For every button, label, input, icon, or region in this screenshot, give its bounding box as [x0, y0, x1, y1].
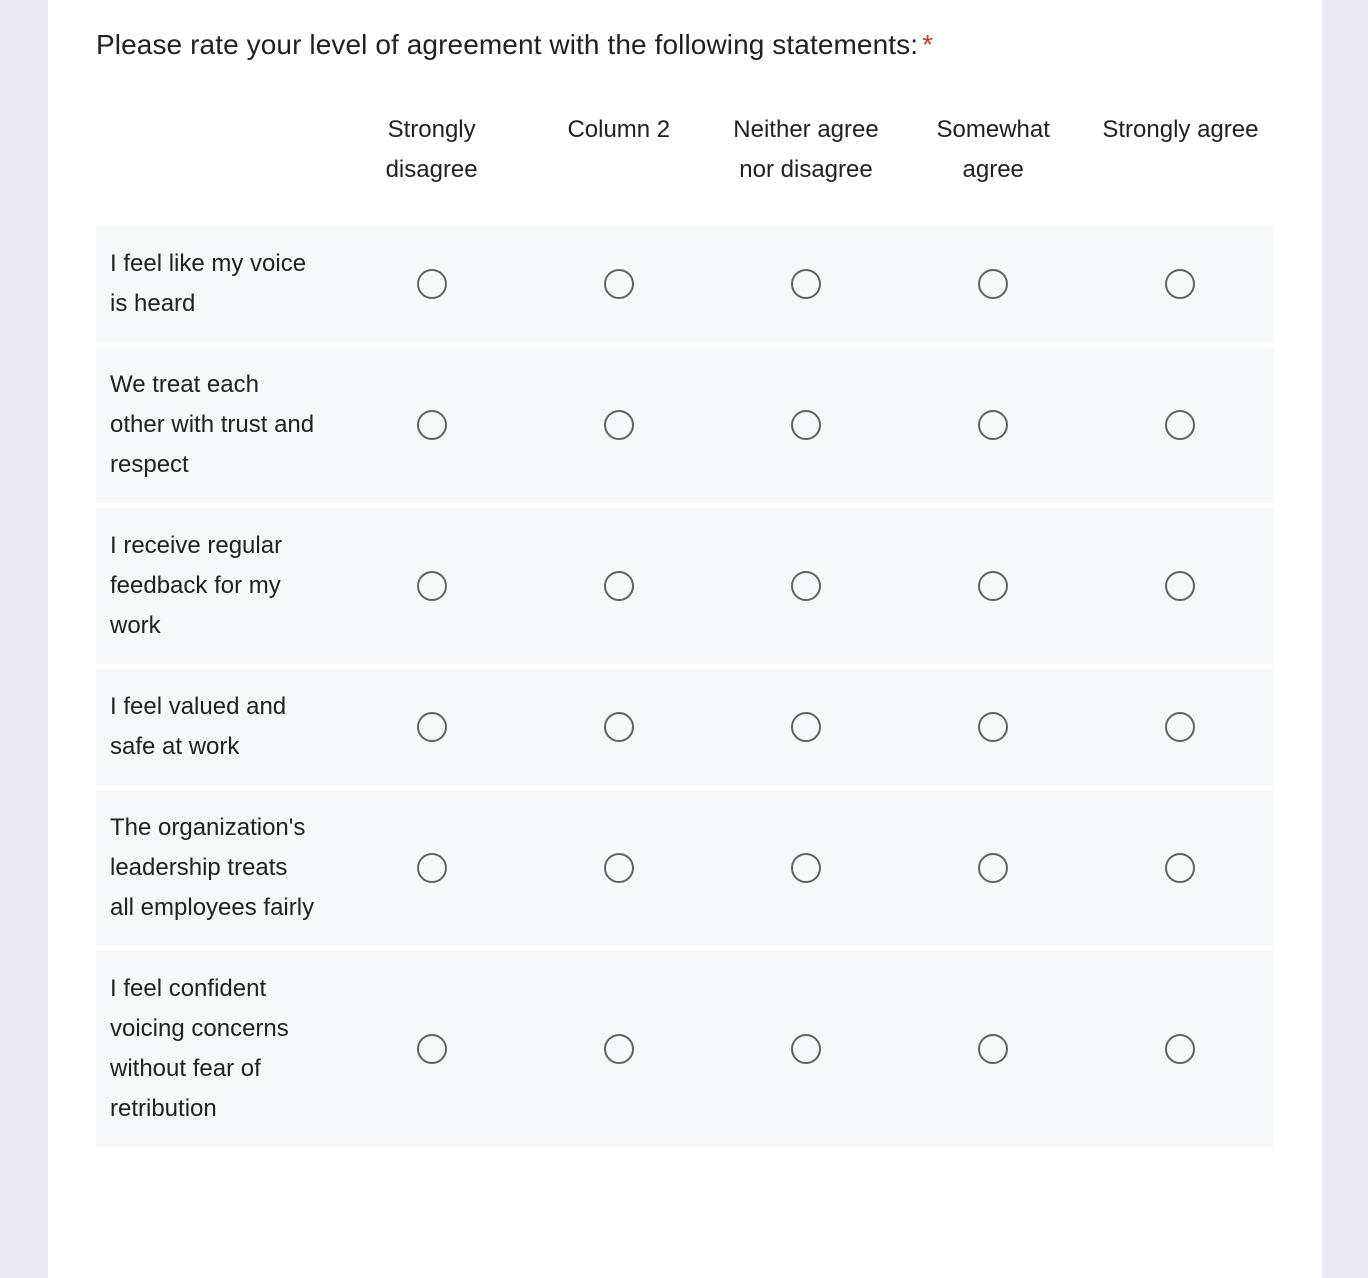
radio-cell[interactable] [338, 669, 525, 785]
question-title-text: Please rate your level of agreement with… [96, 29, 918, 60]
column-header-strongly-disagree: Strongly disagree [338, 98, 525, 190]
radio-cell[interactable] [525, 790, 712, 946]
radio-cell[interactable] [712, 669, 899, 785]
grid-header-row: Strongly disagree Column 2 Neither agree… [96, 98, 1274, 226]
table-row: I feel valued and safe at work [96, 669, 1274, 785]
radio-button-r3-c4[interactable] [1165, 712, 1195, 742]
column-header-column-2: Column 2 [525, 98, 712, 150]
radio-button-r3-c1[interactable] [604, 712, 634, 742]
row-label-regular-feedback: I receive regular feedback for my work [96, 508, 338, 664]
radio-cell[interactable] [338, 347, 525, 503]
radio-cell[interactable] [525, 951, 712, 1147]
radio-cell[interactable] [712, 347, 899, 503]
table-row: We treat each other with trust and respe… [96, 347, 1274, 503]
row-label-trust-and-respect: We treat each other with trust and respe… [96, 347, 338, 503]
radio-button-r1-c2[interactable] [791, 410, 821, 440]
page-title: Please rate your level of agreement with… [96, 26, 933, 64]
radio-button-r5-c0[interactable] [417, 1034, 447, 1064]
radio-cell[interactable] [1087, 951, 1274, 1147]
form-card: Please rate your level of agreement with… [48, 0, 1322, 1278]
radio-button-r0-c0[interactable] [417, 269, 447, 299]
radio-button-r1-c3[interactable] [978, 410, 1008, 440]
row-label-leadership-fairness: The organization's leadership treats all… [96, 790, 338, 946]
radio-cell[interactable] [900, 508, 1087, 664]
radio-button-r0-c2[interactable] [791, 269, 821, 299]
rating-grid: Strongly disagree Column 2 Neither agree… [96, 98, 1274, 1147]
radio-cell[interactable] [525, 347, 712, 503]
radio-button-r0-c1[interactable] [604, 269, 634, 299]
radio-cell[interactable] [900, 951, 1087, 1147]
radio-button-r4-c0[interactable] [417, 853, 447, 883]
radio-button-r5-c2[interactable] [791, 1034, 821, 1064]
radio-cell[interactable] [900, 226, 1087, 342]
radio-cell[interactable] [525, 226, 712, 342]
radio-cell[interactable] [1087, 790, 1274, 946]
radio-cell[interactable] [900, 669, 1087, 785]
radio-button-r2-c0[interactable] [417, 571, 447, 601]
radio-button-r1-c1[interactable] [604, 410, 634, 440]
radio-button-r5-c3[interactable] [978, 1034, 1008, 1064]
radio-cell[interactable] [338, 226, 525, 342]
radio-cell[interactable] [525, 669, 712, 785]
radio-button-r2-c3[interactable] [978, 571, 1008, 601]
table-row: I feel confident voicing concerns withou… [96, 951, 1274, 1147]
radio-button-r1-c4[interactable] [1165, 410, 1195, 440]
radio-cell[interactable] [338, 951, 525, 1147]
radio-cell[interactable] [712, 790, 899, 946]
radio-button-r2-c2[interactable] [791, 571, 821, 601]
radio-cell[interactable] [1087, 669, 1274, 785]
radio-button-r4-c2[interactable] [791, 853, 821, 883]
radio-cell[interactable] [712, 226, 899, 342]
radio-button-r2-c1[interactable] [604, 571, 634, 601]
radio-button-r3-c3[interactable] [978, 712, 1008, 742]
column-header-strongly-agree: Strongly agree [1087, 98, 1274, 150]
radio-button-r5-c1[interactable] [604, 1034, 634, 1064]
radio-button-r2-c4[interactable] [1165, 571, 1195, 601]
radio-cell[interactable] [900, 790, 1087, 946]
radio-button-r4-c4[interactable] [1165, 853, 1195, 883]
table-row: I feel like my voice is heard [96, 226, 1274, 342]
radio-button-r4-c1[interactable] [604, 853, 634, 883]
grid-rows: I feel like my voice is heard We treat e… [96, 226, 1274, 1147]
radio-button-r0-c4[interactable] [1165, 269, 1195, 299]
radio-button-r3-c0[interactable] [417, 712, 447, 742]
radio-cell[interactable] [712, 508, 899, 664]
radio-button-r5-c4[interactable] [1165, 1034, 1195, 1064]
radio-cell[interactable] [900, 347, 1087, 503]
radio-cell[interactable] [712, 951, 899, 1147]
table-row: The organization's leadership treats all… [96, 790, 1274, 946]
table-row: I receive regular feedback for my work [96, 508, 1274, 664]
radio-cell[interactable] [338, 790, 525, 946]
radio-cell[interactable] [338, 508, 525, 664]
row-label-voicing-concerns: I feel confident voicing concerns withou… [96, 951, 338, 1147]
required-asterisk: * [922, 29, 933, 60]
radio-button-r3-c2[interactable] [791, 712, 821, 742]
radio-cell[interactable] [525, 508, 712, 664]
radio-button-r1-c0[interactable] [417, 410, 447, 440]
radio-cell[interactable] [1087, 226, 1274, 342]
column-header-somewhat-agree: Somewhat agree [900, 98, 1087, 190]
radio-button-r4-c3[interactable] [978, 853, 1008, 883]
radio-cell[interactable] [1087, 347, 1274, 503]
radio-cell[interactable] [1087, 508, 1274, 664]
radio-button-r0-c3[interactable] [978, 269, 1008, 299]
row-label-valued-and-safe: I feel valued and safe at work [96, 669, 338, 785]
column-header-neither-agree-nor-disagree: Neither agree nor disagree [712, 98, 899, 190]
row-label-voice-is-heard: I feel like my voice is heard [96, 226, 338, 342]
